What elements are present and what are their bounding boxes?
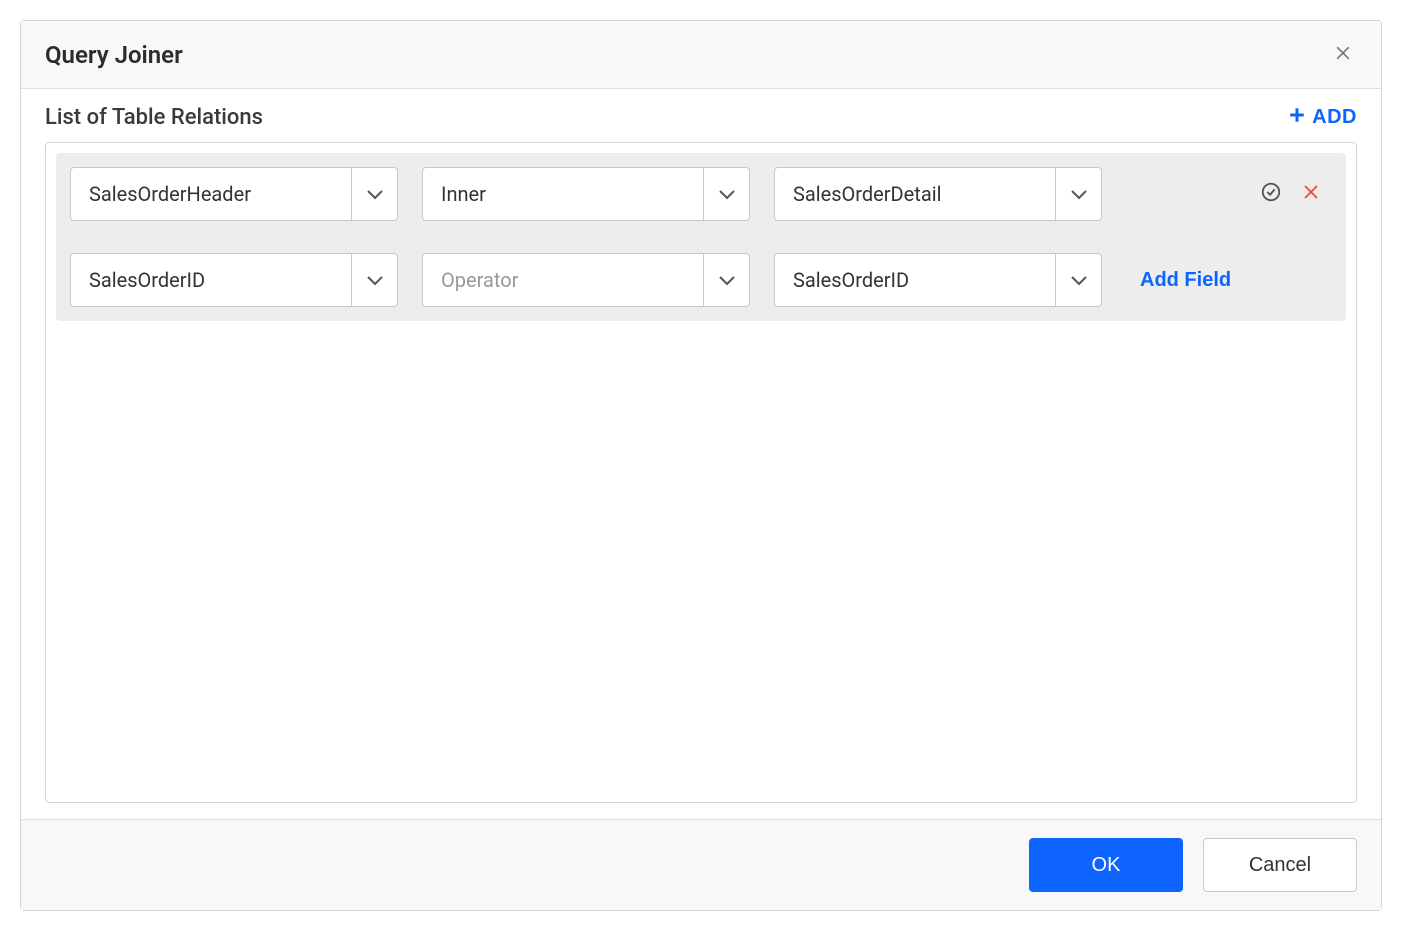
operator-select[interactable]: Operator bbox=[422, 253, 750, 307]
chevron-down-icon bbox=[1055, 254, 1101, 306]
add-button-label: ADD bbox=[1312, 106, 1357, 129]
left-table-value: SalesOrderHeader bbox=[71, 182, 351, 206]
chevron-down-icon bbox=[703, 254, 749, 306]
row-actions bbox=[1260, 181, 1332, 207]
left-field-value: SalesOrderID bbox=[71, 268, 351, 292]
right-field-value: SalesOrderID bbox=[775, 268, 1055, 292]
left-table-select[interactable]: SalesOrderHeader bbox=[70, 167, 398, 221]
right-field-select[interactable]: SalesOrderID bbox=[774, 253, 1102, 307]
check-circle-icon bbox=[1260, 188, 1282, 207]
apply-relation-button[interactable] bbox=[1260, 181, 1282, 207]
dialog-body: List of Table Relations ADD SalesOrderHe… bbox=[21, 89, 1381, 819]
chevron-down-icon bbox=[351, 168, 397, 220]
operator-placeholder: Operator bbox=[423, 268, 703, 292]
section-header: List of Table Relations ADD bbox=[45, 105, 1357, 130]
cancel-button[interactable]: Cancel bbox=[1203, 838, 1357, 892]
dialog-footer: OK Cancel bbox=[21, 819, 1381, 910]
right-table-select[interactable]: SalesOrderDetail bbox=[774, 167, 1102, 221]
dialog-header: Query Joiner bbox=[21, 21, 1381, 89]
close-icon bbox=[1333, 43, 1353, 66]
close-button[interactable] bbox=[1329, 39, 1357, 70]
x-icon bbox=[1302, 186, 1320, 205]
add-relation-button[interactable]: ADD bbox=[1288, 106, 1357, 130]
relation-row-fields: SalesOrderID Operator SalesOrderID bbox=[70, 253, 1332, 307]
join-type-select[interactable]: Inner bbox=[422, 167, 750, 221]
relations-container: SalesOrderHeader Inner SalesOrderDetail bbox=[45, 142, 1357, 803]
add-field-button[interactable]: Add Field bbox=[1126, 269, 1245, 292]
query-joiner-dialog: Query Joiner List of Table Relations bbox=[20, 20, 1382, 911]
chevron-down-icon bbox=[1055, 168, 1101, 220]
delete-relation-button[interactable] bbox=[1302, 183, 1320, 205]
chevron-down-icon bbox=[351, 254, 397, 306]
ok-button[interactable]: OK bbox=[1029, 838, 1183, 892]
join-type-value: Inner bbox=[423, 182, 703, 206]
right-table-value: SalesOrderDetail bbox=[775, 182, 1055, 206]
section-title: List of Table Relations bbox=[45, 105, 263, 130]
left-field-select[interactable]: SalesOrderID bbox=[70, 253, 398, 307]
plus-icon bbox=[1288, 106, 1306, 130]
dialog-title: Query Joiner bbox=[45, 41, 183, 69]
relation-row-tables: SalesOrderHeader Inner SalesOrderDetail bbox=[70, 167, 1332, 221]
relation-block: SalesOrderHeader Inner SalesOrderDetail bbox=[56, 153, 1346, 321]
chevron-down-icon bbox=[703, 168, 749, 220]
